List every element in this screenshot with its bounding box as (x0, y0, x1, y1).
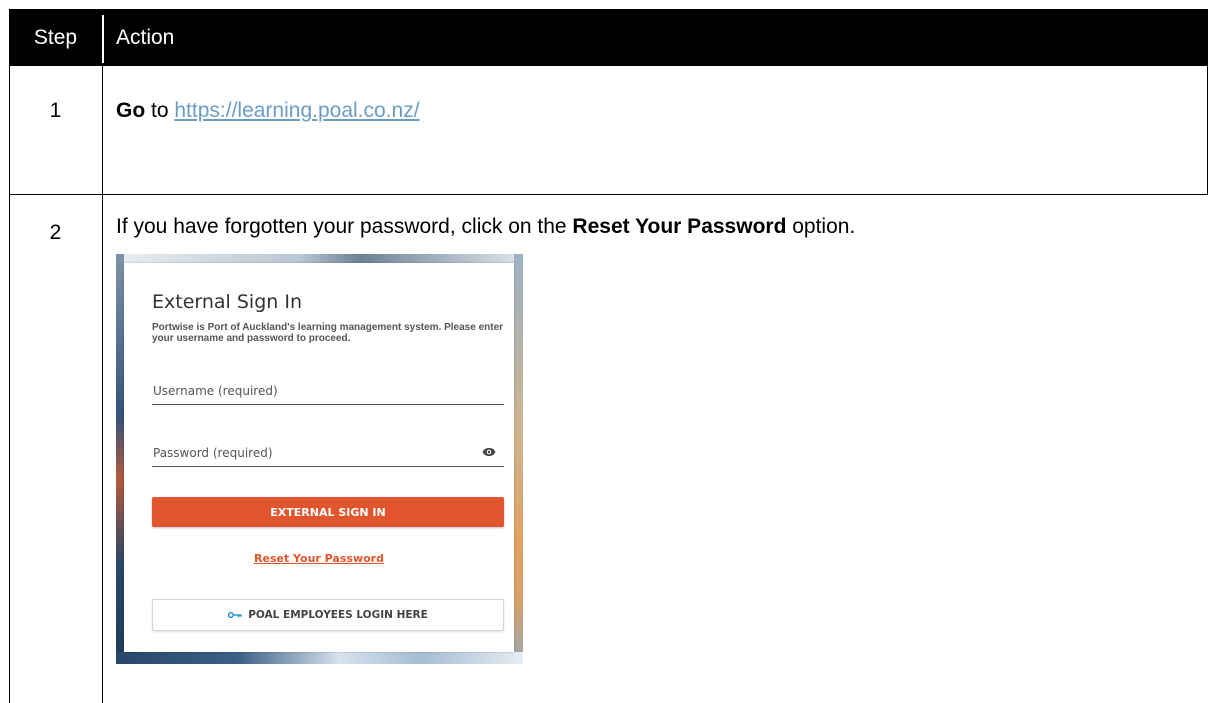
step-action-text: Go to https://learning.poal.co.nz/ (116, 99, 420, 123)
username-label: Username (required) (153, 384, 278, 398)
step-number: 1 (49, 99, 62, 122)
header-divider (102, 15, 104, 63)
password-field[interactable]: Password (required) (152, 438, 504, 467)
external-signin-button[interactable]: EXTERNAL SIGN IN (152, 497, 504, 527)
background-photo-left (116, 254, 124, 664)
instruction-table: Step Action 1 Go to https://learning.poa… (9, 9, 1208, 703)
poal-employees-login-button[interactable]: POAL EMPLOYEES LOGIN HERE (152, 599, 504, 631)
action-text-after: option. (792, 215, 856, 238)
action-text-before: If you have forgotten your password, cli… (116, 215, 567, 238)
table-header: Step Action (9, 9, 1208, 66)
username-field[interactable]: Username (required) (152, 376, 504, 405)
action-verb: Go (116, 99, 146, 122)
learning-site-link[interactable]: https://learning.poal.co.nz/ (174, 99, 419, 122)
poal-employees-label: POAL EMPLOYEES LOGIN HERE (248, 609, 428, 621)
step-action-text: If you have forgotten your password, cli… (116, 215, 855, 239)
background-photo-bottom (116, 652, 523, 664)
action-connector: to (151, 99, 169, 122)
key-icon (228, 611, 242, 619)
signin-screenshot: External Sign In Portwise is Port of Auc… (116, 254, 523, 664)
row-divider (9, 194, 1208, 195)
left-border (9, 66, 10, 703)
reset-password-link[interactable]: Reset Your Password (124, 552, 514, 565)
signin-description: Portwise is Port of Auckland's learning … (152, 322, 504, 344)
eye-icon[interactable] (482, 446, 496, 458)
column-divider (102, 66, 103, 703)
signin-card: External Sign In Portwise is Port of Auc… (124, 263, 514, 652)
password-label: Password (required) (153, 446, 273, 460)
header-action: Action (116, 25, 175, 49)
step-number: 2 (49, 221, 62, 244)
background-photo-top (116, 254, 523, 263)
action-bold: Reset Your Password (572, 215, 787, 238)
background-photo-right (514, 254, 523, 664)
header-step: Step (33, 25, 78, 49)
signin-title: External Sign In (152, 291, 302, 313)
